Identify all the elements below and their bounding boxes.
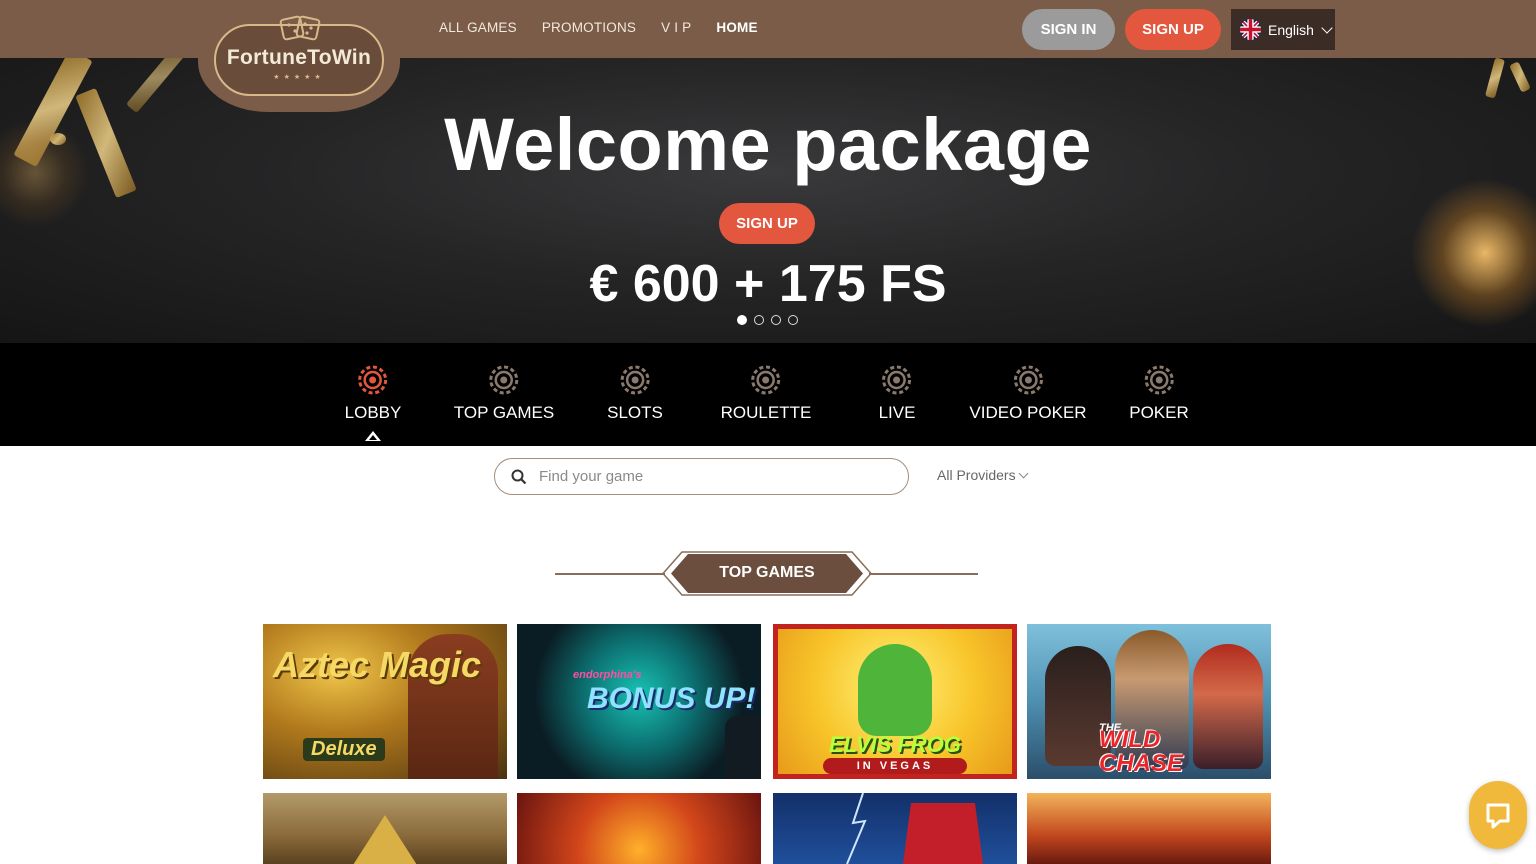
providers-label: All Providers [937,467,1016,483]
category-roulette[interactable]: ROULETTE [720,363,812,423]
confetti-ribbon [1509,61,1531,93]
carousel-dots [737,315,798,325]
game-art [903,803,983,864]
category-top-games[interactable]: TOP GAMES [454,363,554,423]
category-label: TOP GAMES [453,403,555,422]
chevron-down-icon [1321,21,1333,34]
dice-icon [279,15,321,41]
category-label: SLOTS [607,403,663,422]
game-card[interactable] [517,793,761,864]
carousel-dot[interactable] [788,315,798,325]
game-title: ELVIS FROG [828,732,962,757]
carousel-dot[interactable] [771,315,781,325]
carousel-dot[interactable] [754,315,764,325]
language-selector[interactable]: English [1231,9,1335,50]
search-input[interactable] [539,468,869,485]
chevron-down-icon [1018,468,1029,478]
game-card[interactable] [1027,793,1271,864]
chip-icon [489,365,519,395]
section-divider [869,573,978,575]
section-divider [555,573,665,575]
game-subtitle: Deluxe [303,738,385,761]
game-subtitle: endorphina's [573,669,642,681]
confetti-ribbon [1484,58,1506,99]
category-bar: LOBBY TOP GAMES SLOTS ROULETTE LIVE VIDE… [0,343,1536,446]
chip-icon [751,365,781,395]
language-label: English [1268,21,1314,38]
provider-logo-icon [725,716,761,779]
category-lobby[interactable]: LOBBY [344,363,402,423]
category-label: POKER [1129,403,1189,422]
category-slots[interactable]: SLOTS [607,363,663,423]
category-video-poker[interactable]: VIDEO POKER [969,363,1087,423]
category-live[interactable]: LIVE [878,363,916,423]
nav-all-games[interactable]: ALL GAMES [439,20,517,35]
brand-logo[interactable]: FortuneToWin ★★★★★ [198,0,400,112]
game-title: BONUS UP! [587,682,756,715]
category-label: VIDEO POKER [969,403,1087,422]
sign-up-button[interactable]: SIGN UP [1125,9,1221,50]
pyramid-icon [353,815,417,864]
section-title: TOP GAMES [719,564,815,581]
chip-icon [1013,365,1043,395]
game-card-bonus-up[interactable]: endorphina's BONUS UP! [517,624,761,779]
frog-character [858,644,932,736]
category-label: LOBBY [344,403,402,422]
nav-vip[interactable]: V I P [661,20,691,35]
category-label: ROULETTE [720,403,812,422]
category-poker[interactable]: POKER [1129,363,1189,423]
chip-icon [882,365,912,395]
chip-icon [1144,365,1174,395]
active-category-indicator [365,431,381,441]
game-search-bar [494,458,909,495]
game-card-elvis-frog[interactable]: ELVIS FROG IN VEGAS [773,624,1017,779]
brand-name: FortuneToWin [226,46,372,69]
game-card-aztec-magic[interactable]: Aztec Magic Deluxe [263,624,507,779]
hero-bonus-amount: € 600 + 175 FS [589,255,947,313]
brand-stars: ★★★★★ [273,74,325,81]
sign-in-button[interactable]: SIGN IN [1022,9,1115,50]
chip-icon [620,365,650,395]
game-card-wild-chase[interactable]: THE WILD CHASE [1027,624,1271,779]
hero-sign-up-button[interactable]: SIGN UP [719,203,815,244]
chip-icon [358,365,388,395]
game-title: Aztec Magic [273,644,482,685]
chat-icon [1486,803,1510,829]
search-icon [511,469,527,484]
game-title: WILD CHASE [1099,726,1184,777]
game-card[interactable] [773,793,1017,864]
carousel-dot[interactable] [737,315,747,325]
game-subtitle: IN VEGAS [823,758,967,774]
live-chat-button[interactable] [1469,781,1527,849]
providers-dropdown[interactable]: All Providers [937,467,1029,483]
nav-home[interactable]: HOME [716,20,757,35]
uk-flag-icon [1240,19,1261,40]
category-label: LIVE [878,403,916,422]
hero-title: Welcome package [444,103,1092,186]
nav-promotions[interactable]: PROMOTIONS [542,20,636,35]
lightning-icon [846,793,867,864]
main-nav: ALL GAMES PROMOTIONS V I P HOME [439,20,758,35]
game-card[interactable] [263,793,507,864]
